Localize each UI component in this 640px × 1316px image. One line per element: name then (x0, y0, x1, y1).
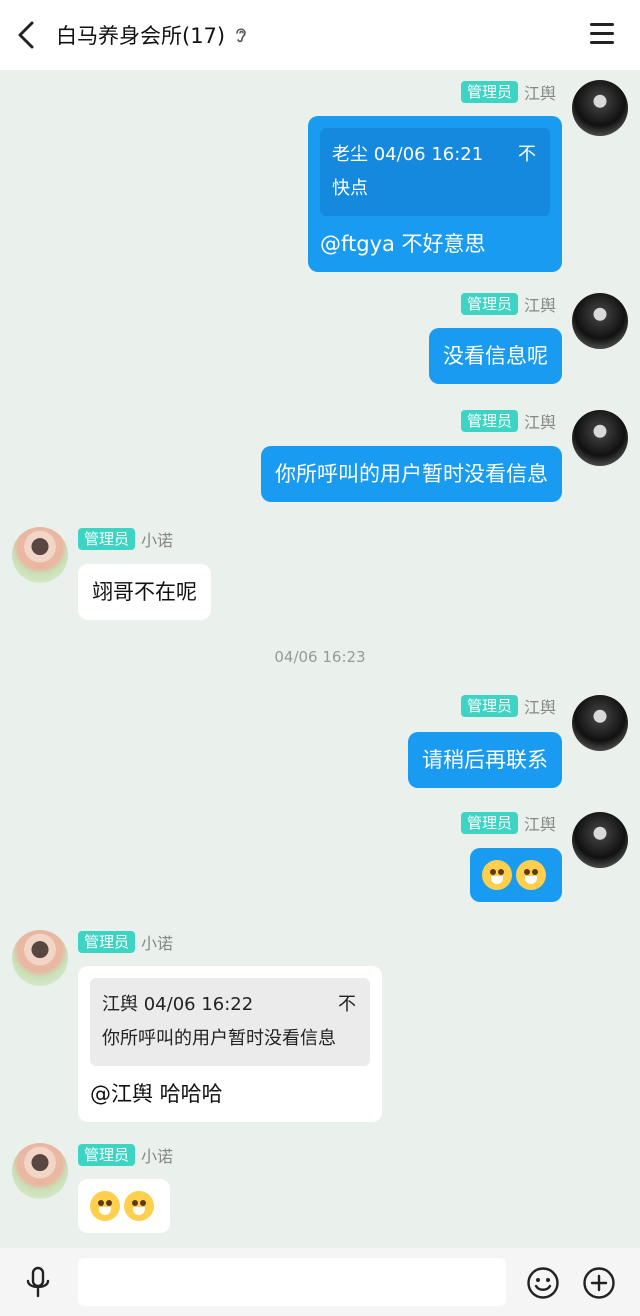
message-bubble[interactable]: 翊哥不在呢 (78, 564, 211, 620)
shiba-emoji-icon (124, 1191, 154, 1221)
sender-meta: 管理员 小诺 (78, 527, 173, 551)
sender-meta: 管理员 江舆 (460, 811, 556, 835)
emoji-icon[interactable] (526, 1266, 560, 1300)
quote-pin: 不 (518, 144, 536, 165)
quoted-message[interactable]: 江舆 04/06 16:22 不 你所呼叫的用户暂时没看信息 (90, 978, 370, 1066)
message-bubble[interactable]: 江舆 04/06 16:22 不 你所呼叫的用户暂时没看信息 @江舆 哈哈哈 (78, 966, 382, 1122)
message-list[interactable]: 管理员 江舆 老尘 04/06 16:21 不 快点 @ftgya 不好意思 管… (0, 70, 640, 1248)
shiba-emoji-icon (516, 860, 546, 890)
sender-meta: 管理员 小诺 (78, 930, 173, 954)
avatar[interactable] (12, 527, 68, 583)
sender-meta: 管理员 江舆 (460, 409, 556, 433)
chat-header: 白马养身会所(17) (0, 0, 640, 70)
message-bubble[interactable]: 老尘 04/06 16:21 不 快点 @ftgya 不好意思 (308, 116, 562, 272)
message-bubble[interactable] (78, 1179, 170, 1233)
message-bubble[interactable]: 请稍后再联系 (408, 732, 562, 788)
back-arrow-icon[interactable] (12, 17, 44, 53)
message-text: @江舆 哈哈哈 (90, 1082, 223, 1106)
avatar[interactable] (572, 410, 628, 466)
message-bubble[interactable] (470, 848, 562, 902)
admin-badge: 管理员 (460, 293, 518, 315)
menu-icon[interactable] (590, 23, 614, 45)
chat-title-wrap[interactable]: 白马养身会所(17) (56, 0, 249, 70)
shiba-emoji-icon (482, 860, 512, 890)
quote-meta: 江舆 04/06 16:22 (102, 994, 254, 1015)
sender-meta: 管理员 小诺 (78, 1143, 173, 1167)
avatar[interactable] (572, 293, 628, 349)
sender-meta: 管理员 江舆 (460, 80, 556, 104)
sender-name: 江舆 (523, 84, 556, 103)
sender-name: 小诺 (141, 934, 174, 953)
avatar[interactable] (12, 930, 68, 986)
admin-badge: 管理员 (78, 528, 136, 550)
admin-badge: 管理员 (78, 931, 136, 953)
message-text: 没看信息呢 (443, 344, 548, 368)
message-text: @ftgya 不好意思 (320, 232, 486, 256)
ear-icon (236, 28, 246, 43)
avatar[interactable] (12, 1143, 68, 1199)
sender-name: 江舆 (523, 413, 556, 432)
message-text: 你所呼叫的用户暂时没看信息 (275, 462, 548, 486)
admin-badge: 管理员 (78, 1144, 136, 1166)
quote-text: 你所呼叫的用户暂时没看信息 (102, 1028, 336, 1049)
admin-badge: 管理员 (460, 812, 518, 834)
sender-name: 江舆 (523, 296, 556, 315)
timestamp: 04/06 16:23 (274, 648, 366, 666)
admin-badge: 管理员 (460, 81, 518, 103)
admin-badge: 管理员 (460, 410, 518, 432)
avatar[interactable] (572, 80, 628, 136)
quote-pin: 不 (338, 994, 356, 1015)
sender-name: 小诺 (141, 531, 174, 550)
shiba-emoji-icon (90, 1191, 120, 1221)
message-text: 翊哥不在呢 (92, 580, 197, 604)
message-input[interactable] (78, 1258, 506, 1306)
add-icon[interactable] (582, 1266, 616, 1300)
sender-meta: 管理员 江舆 (460, 694, 556, 718)
quoted-message[interactable]: 老尘 04/06 16:21 不 快点 (320, 128, 550, 216)
quote-text: 快点 (332, 178, 368, 199)
sender-name: 江舆 (523, 815, 556, 834)
message-bubble[interactable]: 没看信息呢 (429, 328, 562, 384)
message-text: 请稍后再联系 (422, 748, 548, 772)
quote-meta: 老尘 04/06 16:21 (332, 144, 484, 165)
microphone-icon[interactable] (24, 1266, 52, 1300)
avatar[interactable] (572, 695, 628, 751)
sender-meta: 管理员 江舆 (460, 292, 556, 316)
message-bubble[interactable]: 你所呼叫的用户暂时没看信息 (261, 446, 562, 502)
chat-title: 白马养身会所(17) (56, 24, 226, 48)
input-bar (0, 1248, 640, 1316)
avatar[interactable] (572, 812, 628, 868)
sender-name: 小诺 (141, 1147, 174, 1166)
admin-badge: 管理员 (460, 695, 518, 717)
sender-name: 江舆 (523, 698, 556, 717)
